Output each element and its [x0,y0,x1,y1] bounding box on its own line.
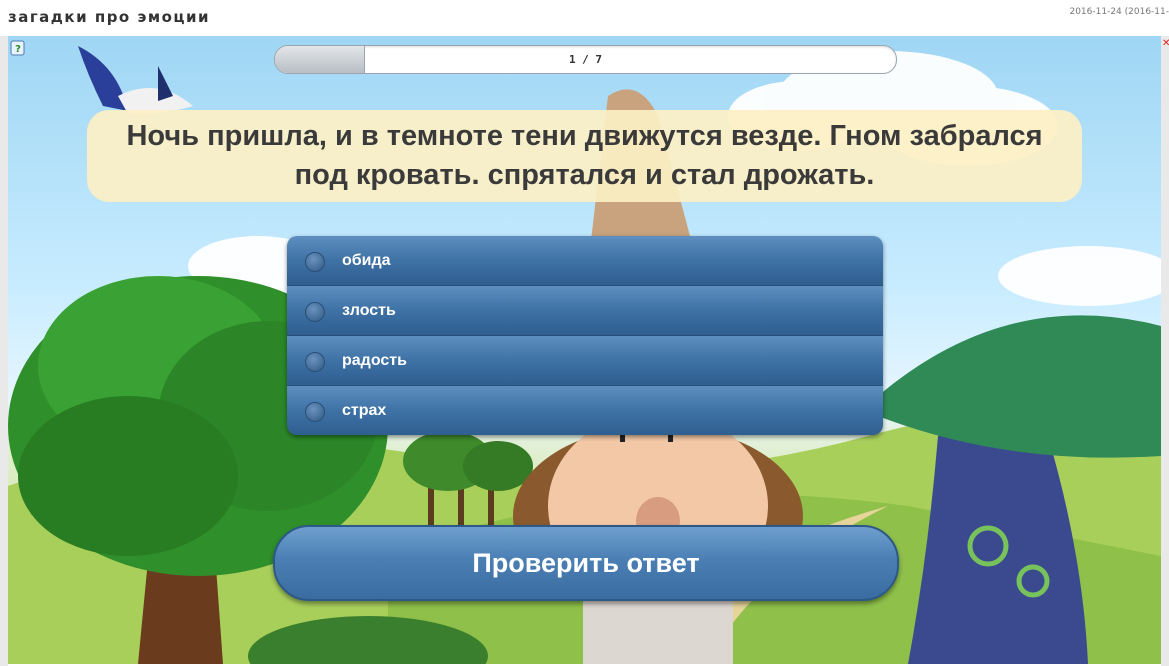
answer-label: радость [342,352,407,369]
question-text: Ночь пришла, и в темноте тени движутся в… [126,120,1043,191]
radio-button-icon[interactable] [305,252,325,272]
answer-label: страх [342,402,387,419]
svg-text:?: ? [15,44,21,55]
answer-option[interactable]: радость [287,336,883,386]
radio-button-icon[interactable] [305,402,325,422]
right-edge [1161,36,1169,666]
answer-option[interactable]: страх [287,386,883,435]
top-bar: загадки про эмоции 2016-11-24 (2016-11- [0,0,1169,34]
answer-option[interactable]: злость [287,286,883,336]
left-edge [0,36,8,666]
answer-label: обида [342,252,391,269]
radio-button-icon[interactable] [305,352,325,372]
timestamp: 2016-11-24 (2016-11- [1069,7,1169,17]
bird [78,46,193,115]
progress-bar: 1 / 7 [274,45,897,74]
answer-label: злость [342,302,396,319]
app-title: загадки про эмоции [8,8,211,26]
question-box: Ночь пришла, и в темноте тени движутся в… [87,110,1082,202]
check-answer-label: Проверить ответ [472,547,700,578]
radio-button-icon[interactable] [305,302,325,322]
answer-list: обида злость радость страх [287,236,883,435]
check-answer-button[interactable]: Проверить ответ [273,525,899,601]
help-icon[interactable]: ? [10,39,28,57]
answer-option[interactable]: обида [287,236,883,286]
progress-text: 1 / 7 [568,53,603,66]
close-icon[interactable]: ✕ [1162,39,1169,54]
